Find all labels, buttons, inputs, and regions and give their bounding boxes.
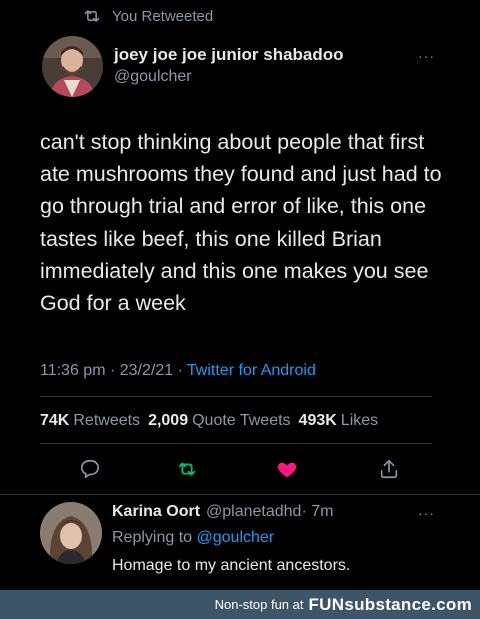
retweeted-indicator: You Retweeted xyxy=(82,6,213,26)
likes-stat[interactable]: 493K Likes xyxy=(299,412,379,430)
tweet-stats: 74K Retweets 2,009 Quote Tweets 493K Likes xyxy=(40,412,378,430)
author-handle[interactable]: @goulcher xyxy=(114,68,192,86)
watermark-tagline: Non-stop fun at xyxy=(214,597,304,612)
share-icon xyxy=(380,459,398,479)
reply-author-name[interactable]: Karina Oort xyxy=(112,503,200,521)
retweeted-label: You Retweeted xyxy=(112,7,214,25)
quote-tweets-stat[interactable]: 2,009 Quote Tweets xyxy=(148,412,290,430)
more-options-icon[interactable]: ··· xyxy=(418,48,438,64)
divider xyxy=(40,396,432,397)
reply-author-handle[interactable]: @planetadhd xyxy=(206,503,301,521)
watermark-bar: Non-stop fun at FUNsubstance.com xyxy=(0,590,480,619)
retweet-icon xyxy=(84,10,100,22)
retweets-stat[interactable]: 74K Retweets xyxy=(40,412,140,430)
replying-to: Replying to @goulcher xyxy=(112,529,274,547)
like-button[interactable] xyxy=(276,458,300,482)
reply-icon xyxy=(80,459,100,479)
retweet-button[interactable] xyxy=(176,458,200,482)
replying-to-handle[interactable]: @goulcher xyxy=(197,529,275,546)
tweet-actions xyxy=(40,458,432,482)
reply-author-avatar[interactable] xyxy=(40,502,102,564)
tweet-timestamp[interactable]: 11:36 pm · 23/2/21 · xyxy=(40,362,183,380)
author-avatar[interactable] xyxy=(42,36,103,97)
watermark-brand: FUNsubstance.com xyxy=(308,594,472,614)
divider xyxy=(0,494,480,495)
tweet-text: can't stop thinking about people that fi… xyxy=(40,130,442,316)
more-options-icon[interactable]: ··· xyxy=(418,505,435,521)
retweet-icon xyxy=(178,462,196,476)
divider xyxy=(40,443,432,444)
heart-icon xyxy=(277,462,297,478)
author-name[interactable]: joey joe joe junior shabadoo xyxy=(114,45,344,65)
tweet-client-link[interactable]: Twitter for Android xyxy=(187,362,316,380)
tweet-meta: 11:36 pm · 23/2/21 · Twitter for Android xyxy=(40,362,316,380)
replying-to-label: Replying to xyxy=(112,529,193,546)
reply-text: Homage to my ancient ancestors. xyxy=(112,557,351,574)
reply-button[interactable] xyxy=(79,458,103,482)
share-button[interactable] xyxy=(378,458,402,482)
reply-header: Karina Oort @planetadhd · 7m xyxy=(112,503,333,521)
reply-timestamp[interactable]: · 7m xyxy=(301,503,333,521)
